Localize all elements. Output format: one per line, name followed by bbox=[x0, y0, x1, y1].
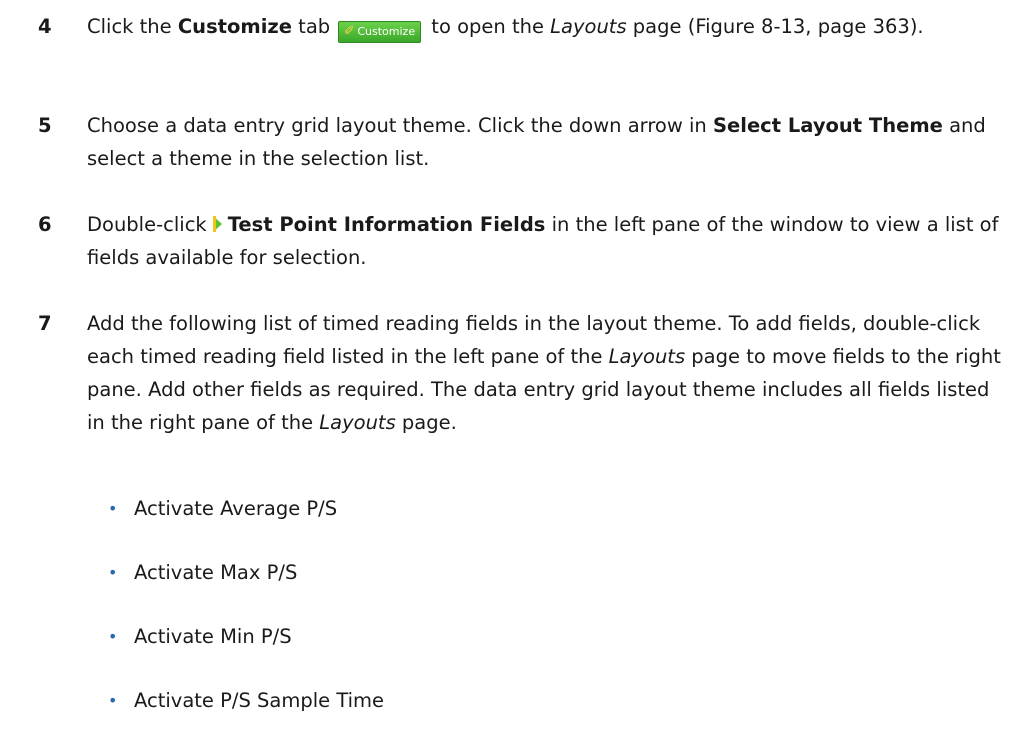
bullet-icon: • bbox=[108, 691, 118, 710]
wrench-icon: ✐ bbox=[343, 24, 355, 39]
customize-tab-image: ✐ Customize bbox=[338, 21, 422, 43]
step-number: 5 bbox=[38, 114, 52, 137]
list-item-label: Activate Average P/S bbox=[134, 497, 338, 520]
list-item-label: Activate Max P/S bbox=[134, 561, 298, 584]
document-page: 4 Click the Customize tab ✐ Customize to … bbox=[0, 0, 1032, 744]
step-number: 4 bbox=[38, 15, 52, 38]
ui-label-test-point-information-fields: Test Point Information Fields bbox=[227, 213, 546, 236]
list-item-label: Activate Min P/S bbox=[134, 625, 292, 648]
bullet-icon: • bbox=[108, 499, 118, 518]
page-name-layouts: Layouts bbox=[550, 15, 627, 38]
step-text: Click the Customize tab ✐ Customize to op… bbox=[87, 10, 1012, 43]
step-text: Double-click Test Point Information Field… bbox=[87, 213, 999, 269]
bullet-icon: • bbox=[108, 563, 118, 582]
ui-label-customize: Customize bbox=[177, 15, 292, 38]
expand-arrow-icon bbox=[212, 216, 222, 232]
step-text: Choose a data entry grid layout theme. C… bbox=[87, 114, 986, 170]
ui-label-select-layout-theme: Select Layout Theme bbox=[712, 114, 943, 137]
step-number: 7 bbox=[38, 312, 52, 335]
page-name-layouts: Layouts bbox=[319, 411, 396, 434]
list-item-label: Activate P/S Sample Time bbox=[134, 689, 385, 712]
step-number: 6 bbox=[38, 213, 52, 236]
bullet-icon: • bbox=[108, 627, 118, 646]
page-name-layouts: Layouts bbox=[608, 345, 686, 368]
step-text: Add the following list of timed reading … bbox=[87, 312, 1001, 434]
